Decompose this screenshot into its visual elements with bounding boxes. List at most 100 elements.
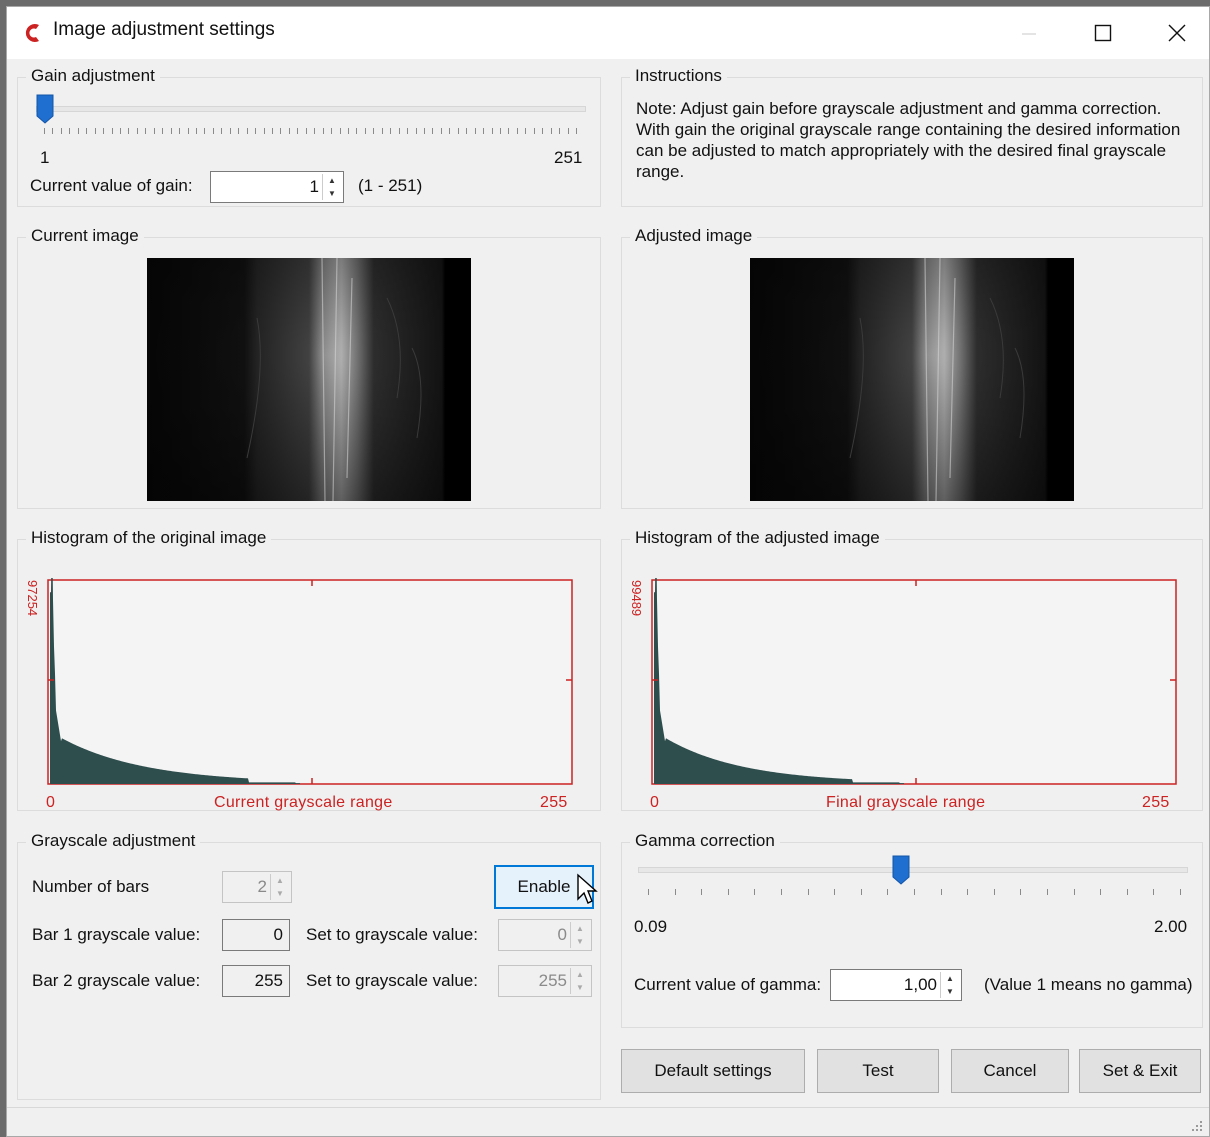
slider-tick <box>424 128 425 134</box>
slider-tick <box>542 128 544 134</box>
histogram-frame <box>47 579 573 785</box>
slider-tick <box>860 889 862 895</box>
slider-tick <box>1047 889 1048 895</box>
histogram-original-group: Histogram of the original image 97254 0 … <box>17 528 601 811</box>
slider-tick <box>348 128 349 134</box>
test-button[interactable]: Test <box>817 1049 939 1093</box>
number-of-bars-label: Number of bars <box>32 877 150 896</box>
spin-down-icon[interactable]: ▼ <box>571 935 589 948</box>
bar2-set-value: 255 <box>538 971 567 990</box>
slider-tick <box>170 128 172 134</box>
gamma-correction-group: Gamma correction 0.09 2.00 Current value… <box>621 831 1203 1028</box>
current-image-label: Current image <box>26 226 144 246</box>
bar2-set-stepper[interactable]: 255 ▲ ▼ <box>498 965 592 997</box>
histogram-adjusted-xmin: 0 <box>650 794 660 811</box>
slider-tick <box>1180 889 1181 895</box>
slider-tick <box>111 128 113 134</box>
slider-tick <box>559 128 561 134</box>
gain-slider-track[interactable] <box>36 106 586 112</box>
gamma-group-label: Gamma correction <box>630 831 780 851</box>
spin-up-icon[interactable]: ▲ <box>571 922 589 935</box>
slider-tick <box>674 889 676 895</box>
histogram-adjusted-ymax: 99489 <box>629 580 644 617</box>
slider-tick <box>373 128 375 134</box>
slider-tick <box>525 128 527 134</box>
mouse-cursor-icon <box>577 873 598 904</box>
title-bar: Image adjustment settings <box>7 7 1209 59</box>
set-exit-button[interactable]: Set & Exit <box>1079 1049 1201 1093</box>
current-image-group: Current image <box>17 226 601 509</box>
minimize-icon <box>1022 33 1036 35</box>
spin-up-icon[interactable]: ▲ <box>323 174 341 187</box>
default-settings-button[interactable]: Default settings <box>621 1049 805 1093</box>
minimize-button[interactable] <box>993 7 1065 59</box>
gamma-value-stepper[interactable]: 1,00 ▲ ▼ <box>830 969 962 1001</box>
gamma-slider-track[interactable] <box>638 867 1188 873</box>
slider-tick <box>339 128 341 134</box>
slider-tick <box>1073 889 1075 895</box>
spin-down-icon[interactable]: ▼ <box>571 981 589 994</box>
cancel-label: Cancel <box>983 1061 1037 1080</box>
slider-tick <box>103 128 105 134</box>
slider-tick <box>381 128 383 134</box>
default-settings-label: Default settings <box>654 1061 772 1080</box>
slider-tick <box>128 128 130 134</box>
slider-tick <box>914 889 915 895</box>
adjusted-image-preview <box>750 258 1074 501</box>
bar1-set-stepper[interactable]: 0 ▲ ▼ <box>498 919 592 951</box>
slider-tick <box>179 128 181 134</box>
spin-down-icon[interactable]: ▼ <box>271 887 289 900</box>
slider-tick <box>415 128 417 134</box>
histogram-original-xmax: 255 <box>540 794 568 811</box>
histogram-adjusted-chart <box>651 578 1177 785</box>
slider-tick <box>187 128 189 134</box>
spin-down-icon[interactable]: ▼ <box>323 187 341 200</box>
number-of-bars-value: 2 <box>257 877 267 896</box>
slider-tick <box>432 128 434 134</box>
spin-up-icon[interactable]: ▲ <box>571 968 589 981</box>
current-image-preview <box>147 258 471 501</box>
bar2-set-label: Set to grayscale value: <box>306 971 478 990</box>
slider-tick <box>120 128 121 134</box>
resize-grip-icon[interactable] <box>1189 1118 1203 1132</box>
window-title: Image adjustment settings <box>53 19 275 40</box>
slider-tick <box>331 128 333 134</box>
bar1-label: Bar 1 grayscale value: <box>32 925 201 944</box>
close-button[interactable] <box>1141 7 1210 59</box>
gain-max-label: 251 <box>554 148 583 167</box>
slider-tick <box>807 889 809 895</box>
spin-up-icon[interactable]: ▲ <box>941 972 959 985</box>
bar2-value: 255 <box>254 971 283 990</box>
spin-up-icon[interactable]: ▲ <box>271 874 289 887</box>
slider-tick <box>263 128 265 134</box>
bar1-set-value: 0 <box>557 925 567 944</box>
set-exit-label: Set & Exit <box>1102 1061 1178 1080</box>
gamma-value: 1,00 <box>903 975 937 994</box>
slider-tick <box>153 128 155 134</box>
maximize-button[interactable] <box>1067 7 1139 59</box>
gamma-slider-thumb[interactable] <box>892 855 910 885</box>
gain-range-text: (1 - 251) <box>358 176 423 195</box>
slider-tick <box>576 128 577 134</box>
number-of-bars-stepper[interactable]: 2 ▲ ▼ <box>222 871 292 903</box>
slider-tick <box>162 128 164 134</box>
gain-slider-thumb[interactable] <box>36 94 54 124</box>
gamma-note: (Value 1 means no gamma) <box>984 975 1193 994</box>
instructions-text: Note: Adjust gain before grayscale adjus… <box>636 99 1181 181</box>
slider-tick <box>280 128 282 134</box>
slider-tick <box>516 128 518 134</box>
slider-tick <box>272 128 273 134</box>
slider-tick <box>483 128 485 134</box>
bar1-value: 0 <box>273 925 283 944</box>
slider-tick <box>449 128 451 134</box>
cancel-button[interactable]: Cancel <box>951 1049 1069 1093</box>
test-label: Test <box>862 1061 894 1080</box>
gain-value: 1 <box>309 177 319 196</box>
instructions-group: Instructions Note: Adjust gain before gr… <box>621 66 1203 207</box>
slider-tick <box>781 889 782 895</box>
gain-value-stepper[interactable]: 1 ▲ ▼ <box>210 171 344 203</box>
grayscale-adjustment-group: Grayscale adjustment Number of bars 2 ▲ ▼… <box>17 831 601 1100</box>
slider-tick <box>136 128 138 134</box>
slider-tick <box>474 128 476 134</box>
spin-down-icon[interactable]: ▼ <box>941 985 959 998</box>
